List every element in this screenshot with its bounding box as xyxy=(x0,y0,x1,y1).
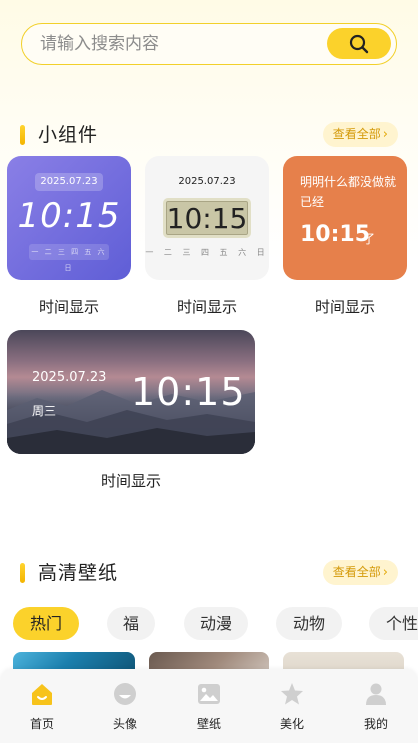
nav-label: 首页 xyxy=(29,717,54,731)
view-all-wallpapers-button[interactable]: 查看全部 › xyxy=(322,560,398,585)
chevron-right-icon: › xyxy=(382,565,388,580)
search-button[interactable] xyxy=(327,28,391,59)
section-accent-bar xyxy=(20,563,25,583)
nav-label: 头像 xyxy=(112,717,137,731)
category-tab-animal[interactable]: 动物 xyxy=(276,607,342,640)
widget-date: 2025.07.23 xyxy=(35,173,103,191)
widget-card-lcd[interactable]: 2025.07.23 10:15 一 二 三 四 五 六 日 xyxy=(145,156,269,280)
view-all-label: 查看全部 xyxy=(332,127,381,141)
wallpaper-icon xyxy=(198,684,220,704)
widget-text: 明明什么都没做就已经 xyxy=(300,175,397,209)
nav-item-profile[interactable]: 我的 xyxy=(346,681,406,737)
widget-weekdays: 一 二 三 四 五 六 日 xyxy=(29,244,109,272)
nav-item-home[interactable]: 首页 xyxy=(12,681,72,737)
home-icon xyxy=(32,684,52,705)
widget-lcd-screen: 10:15 xyxy=(163,198,251,238)
widget-label: 时间显示 xyxy=(314,298,375,316)
widget-time: 10:15 xyxy=(17,196,121,236)
widget-card-purple[interactable]: 2025.07.23 10:15 一 二 三 四 五 六 日 xyxy=(7,156,131,280)
avatar-icon xyxy=(114,683,136,705)
widget-date: 2025.07.23 xyxy=(32,370,107,385)
widget-time: 10:15 xyxy=(131,370,246,414)
nav-item-wallpaper[interactable]: 壁纸 xyxy=(179,681,239,737)
widget-weekdays: 一 二 三 四 五 六 日 xyxy=(145,248,269,257)
view-all-label: 查看全部 xyxy=(332,565,381,579)
section-title: 小组件 xyxy=(38,124,99,146)
widget-time: 10:15 xyxy=(166,201,248,235)
widget-date: 2025.07.23 xyxy=(178,176,236,187)
nav-item-avatar[interactable]: 头像 xyxy=(95,681,155,737)
nav-label: 壁纸 xyxy=(196,717,221,731)
bottom-navigation: 首页 头像 壁纸 美化 我的 xyxy=(0,669,418,743)
search-bar xyxy=(21,23,397,65)
category-tab-fu[interactable]: 福 xyxy=(107,607,155,640)
widget-card-orange[interactable]: 明明什么都没做就已经 10:15 了 xyxy=(283,156,407,280)
category-tab-personal[interactable]: 个性 xyxy=(369,607,418,640)
widget-weekday: 周三 xyxy=(32,404,57,418)
widget-card-landscape[interactable]: 2025.07.23 周三 10:15 xyxy=(7,330,255,454)
widget-label: 时间显示 xyxy=(100,472,161,490)
search-input[interactable] xyxy=(22,25,322,63)
profile-icon xyxy=(366,683,386,705)
widgets-section-header: 小组件 查看全部 › xyxy=(20,122,398,148)
section-title: 高清壁纸 xyxy=(38,562,119,584)
category-tab-hot[interactable]: 热门 xyxy=(13,607,79,640)
widget-suffix: 了 xyxy=(363,232,376,246)
nav-label: 美化 xyxy=(279,717,304,731)
view-all-widgets-button[interactable]: 查看全部 › xyxy=(322,122,398,147)
nav-item-beautify[interactable]: 美化 xyxy=(262,681,322,737)
star-icon xyxy=(281,683,303,705)
chevron-right-icon: › xyxy=(382,127,388,142)
widget-label: 时间显示 xyxy=(176,298,237,316)
category-tab-anime[interactable]: 动漫 xyxy=(184,607,248,640)
widget-time: 10:15 xyxy=(300,222,371,247)
widget-label: 时间显示 xyxy=(38,298,99,316)
search-icon xyxy=(349,34,369,53)
section-accent-bar xyxy=(20,125,25,145)
wallpaper-section-header: 高清壁纸 查看全部 › xyxy=(20,560,398,586)
nav-label: 我的 xyxy=(363,717,388,731)
